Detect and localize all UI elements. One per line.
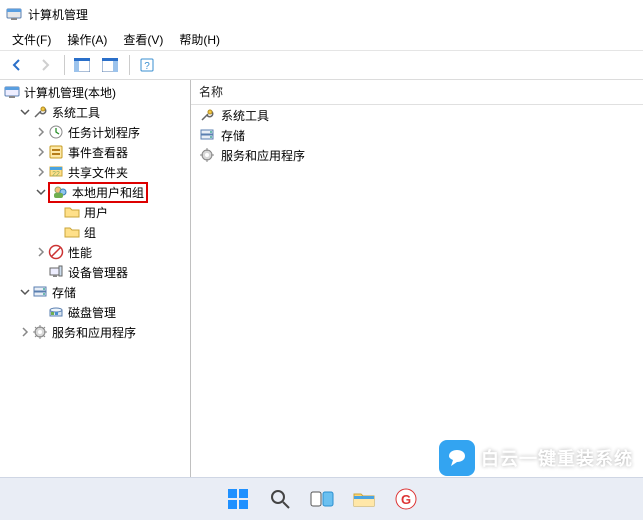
tree-device-manager[interactable]: 设备管理器 [0,262,190,282]
tree-label: 本地用户和组 [72,184,144,201]
highlight-annotation: 本地用户和组 [48,182,148,203]
tree-performance[interactable]: 性能 [0,242,190,262]
chevron-right-icon[interactable] [34,147,48,157]
svg-text:?: ? [144,61,150,72]
column-header-name[interactable]: 名称 [191,80,643,105]
tools-icon [199,107,215,123]
tree-label: 服务和应用程序 [52,324,136,341]
task-view-button[interactable] [305,482,339,516]
watermark: 白云一键重装系统 baiyunxit ng.com [439,440,633,476]
chevron-down-icon[interactable] [18,287,32,297]
tree-label: 设备管理器 [68,264,128,281]
back-button[interactable] [4,53,30,77]
svg-text:22: 22 [52,171,60,178]
details-pane: 名称 系统工具 存储 服务和应用程序 [191,80,643,480]
content-area: 计算机管理(本地) 系统工具 任务计划程序 [0,80,643,480]
list-item[interactable]: 系统工具 [191,105,643,125]
start-button[interactable] [221,482,255,516]
tree-label: 磁盘管理 [68,304,116,321]
tree-label: 共享文件夹 [68,164,128,181]
list-item-label: 系统工具 [221,107,269,124]
folder-icon [64,204,80,220]
navigation-tree[interactable]: 计算机管理(本地) 系统工具 任务计划程序 [0,80,191,480]
tree-services-apps[interactable]: 服务和应用程序 [0,322,190,342]
list-item-label: 存储 [221,127,245,144]
tree-label: 组 [84,224,96,241]
tree-root[interactable]: 计算机管理(本地) [0,82,190,102]
menu-action[interactable]: 操作(A) [59,29,115,50]
services-icon [32,324,48,340]
tree-storage[interactable]: 存储 [0,282,190,302]
tree-label: 用户 [84,204,108,221]
disk-icon [48,304,64,320]
tree-disk-management[interactable]: 磁盘管理 [0,302,190,322]
tools-icon [32,104,48,120]
storage-icon [32,284,48,300]
tree-task-scheduler[interactable]: 任务计划程序 [0,122,190,142]
svg-text:G: G [400,492,410,507]
folder-icon [64,224,80,240]
tree-label: 存储 [52,284,76,301]
toolbar: ? [0,51,643,80]
clock-icon [48,124,64,140]
forward-button[interactable] [32,53,58,77]
show-hide-tree-button[interactable] [69,53,95,77]
tree-label: 性能 [68,244,92,261]
tree-system-tools[interactable]: 系统工具 [0,102,190,122]
tree-local-users-groups[interactable]: 本地用户和组 [0,182,190,202]
compmgmt-window: 计算机管理 文件(F) 操作(A) 查看(V) 帮助(H) [0,0,643,520]
tree-label: 计算机管理(本地) [24,84,116,101]
menu-file[interactable]: 文件(F) [4,29,59,50]
tree-label: 事件查看器 [68,144,128,161]
taskbar: G [0,477,643,520]
services-icon [199,147,215,163]
event-icon [48,144,64,160]
storage-icon [199,127,215,143]
tree-groups[interactable]: 组 [0,222,190,242]
pinned-app-button[interactable]: G [389,482,423,516]
menu-help[interactable]: 帮助(H) [171,29,228,50]
tree-label: 系统工具 [52,104,100,121]
menu-view[interactable]: 查看(V) [115,29,171,50]
brand-logo-icon [439,440,475,476]
list-item[interactable]: 服务和应用程序 [191,145,643,165]
help-button[interactable]: ? [134,53,160,77]
tree-users[interactable]: 用户 [0,202,190,222]
titlebar: 计算机管理 [0,0,643,28]
tree-label: 任务计划程序 [68,124,140,141]
chevron-right-icon[interactable] [18,327,32,337]
chevron-down-icon[interactable] [34,187,48,197]
window-title: 计算机管理 [28,6,88,23]
device-icon [48,264,64,280]
toolbar-separator [64,55,65,75]
chevron-right-icon[interactable] [34,127,48,137]
properties-button[interactable] [97,53,123,77]
chevron-down-icon[interactable] [18,107,32,117]
list-item-label: 服务和应用程序 [221,147,305,164]
computer-icon [4,84,20,100]
shared-folder-icon: 22 [48,164,64,180]
search-button[interactable] [263,482,297,516]
list-item[interactable]: 存储 [191,125,643,145]
app-icon [6,6,22,22]
users-group-icon [52,184,68,200]
tree-event-viewer[interactable]: 事件查看器 [0,142,190,162]
performance-icon [48,244,64,260]
toolbar-separator [129,55,130,75]
tree-shared-folders[interactable]: 22 共享文件夹 [0,162,190,182]
menubar: 文件(F) 操作(A) 查看(V) 帮助(H) [0,28,643,51]
chevron-right-icon[interactable] [34,167,48,177]
chevron-right-icon[interactable] [34,247,48,257]
explorer-button[interactable] [347,482,381,516]
